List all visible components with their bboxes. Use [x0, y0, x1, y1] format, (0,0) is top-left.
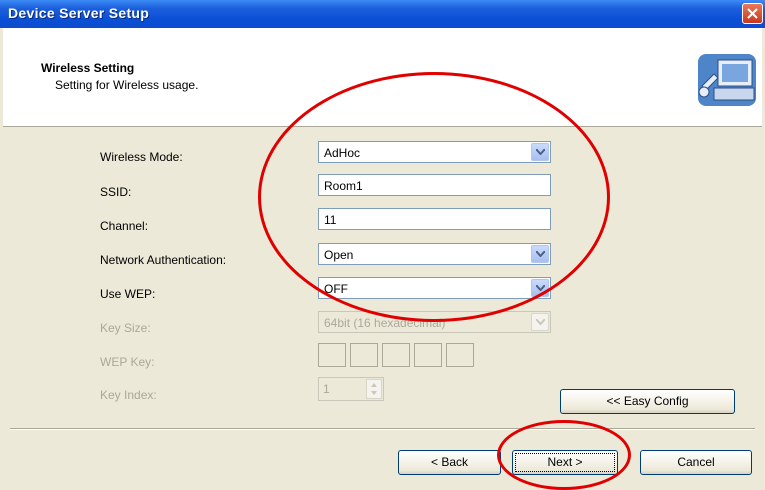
network-authentication-value: Open [324, 248, 354, 262]
chevron-down-icon[interactable] [531, 279, 549, 297]
next-button[interactable]: Next > [512, 450, 618, 475]
button-separator [10, 428, 755, 430]
wep-key-field-2[interactable] [350, 343, 378, 367]
computer-settings-icon [698, 54, 756, 106]
cancel-button[interactable]: Cancel [640, 450, 752, 475]
wep-key-field-1[interactable] [318, 343, 346, 367]
channel-label: Channel: [100, 219, 149, 233]
use-wep-select[interactable]: OFF [318, 277, 551, 299]
key-index-value: 1 [323, 382, 330, 396]
network-authentication-select[interactable]: Open [318, 243, 551, 265]
key-index-label: Key Index: [100, 388, 157, 402]
wep-key-field-5[interactable] [446, 343, 474, 367]
header-subtitle: Setting for Wireless usage. [55, 78, 199, 92]
use-wep-label: Use WEP: [100, 287, 156, 301]
chevron-down-icon [531, 313, 549, 331]
header-title: Wireless Setting [41, 61, 135, 75]
use-wep-value: OFF [324, 282, 348, 296]
key-size-value: 64bit (16 hexadecimal) [324, 316, 446, 330]
close-button[interactable] [742, 3, 763, 24]
key-size-select[interactable]: 64bit (16 hexadecimal) [318, 311, 551, 333]
spin-arrows-icon [371, 383, 377, 395]
wep-key-field-3[interactable] [382, 343, 410, 367]
title-bar[interactable]: Device Server Setup [0, 0, 765, 28]
key-index-spinner[interactable]: 1 [318, 377, 384, 401]
wep-key-field-4[interactable] [414, 343, 442, 367]
chevron-down-icon[interactable] [531, 143, 549, 161]
close-icon [747, 8, 758, 19]
ssid-label: SSID: [100, 185, 132, 199]
back-button[interactable]: < Back [398, 450, 501, 475]
wireless-mode-select[interactable]: AdHoc [318, 141, 551, 163]
spin-buttons[interactable] [366, 379, 382, 399]
channel-value: 11 [324, 213, 337, 227]
wizard-header: Wireless Setting Setting for Wireless us… [3, 28, 762, 127]
chevron-down-icon[interactable] [531, 245, 549, 263]
window-title: Device Server Setup [8, 5, 150, 21]
wireless-mode-label: Wireless Mode: [100, 150, 183, 164]
network-authentication-label: Network Authentication: [100, 253, 227, 267]
wireless-mode-value: AdHoc [324, 146, 361, 160]
easy-config-button[interactable]: << Easy Config [560, 389, 735, 414]
channel-input[interactable]: 11 [318, 208, 551, 230]
key-size-label: Key Size: [100, 321, 151, 335]
wep-key-label: WEP Key: [100, 355, 155, 369]
ssid-value: Room1 [324, 179, 363, 193]
ssid-input[interactable]: Room1 [318, 174, 551, 196]
